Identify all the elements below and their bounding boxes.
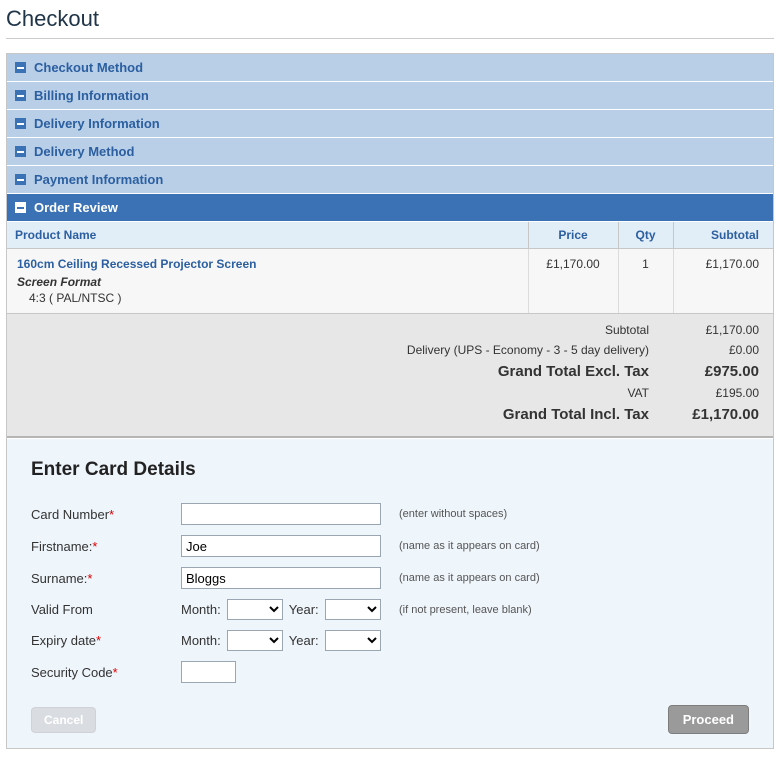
vat-label: VAT [627, 386, 669, 400]
col-qty: Qty [618, 222, 673, 249]
grand-incl-value: £1,170.00 [669, 406, 759, 423]
valid-from-label: Valid From [31, 602, 181, 617]
step-checkout-method[interactable]: Checkout Method [7, 54, 773, 82]
firstname-hint: (name as it appears on card) [391, 540, 540, 552]
firstname-label: Firstname:* [31, 539, 181, 554]
col-product: Product Name [7, 222, 528, 249]
expiry-month-select[interactable] [227, 630, 283, 651]
card-details-title: Enter Card Details [31, 459, 749, 481]
collapse-icon [15, 90, 26, 101]
security-code-input[interactable] [181, 661, 236, 683]
vat-value: £195.00 [669, 386, 759, 400]
year-label: Year: [289, 633, 319, 648]
order-totals: Subtotal £1,170.00 Delivery (UPS - Econo… [7, 314, 773, 438]
grand-incl-label: Grand Total Incl. Tax [503, 406, 669, 423]
item-price: £1,170.00 [528, 249, 618, 314]
card-number-label: Card Number* [31, 507, 181, 522]
page-title: Checkout [6, 0, 774, 39]
expiry-year-select[interactable] [325, 630, 381, 651]
collapse-icon [15, 62, 26, 73]
grand-excl-value: £975.00 [669, 363, 759, 380]
month-label: Month: [181, 602, 221, 617]
product-option-value: 4:3 ( PAL/NTSC ) [17, 291, 518, 305]
col-subtotal: Subtotal [673, 222, 773, 249]
valid-from-month-select[interactable] [227, 599, 283, 620]
surname-label: Surname:* [31, 571, 181, 586]
valid-from-hint: (if not present, leave blank) [391, 604, 532, 616]
month-label: Month: [181, 633, 221, 648]
product-option-label: Screen Format [17, 275, 518, 289]
step-label: Delivery Method [34, 144, 134, 159]
card-details-panel: Enter Card Details Card Number* (enter w… [7, 438, 773, 748]
surname-input[interactable] [181, 567, 381, 589]
grand-excl-label: Grand Total Excl. Tax [498, 363, 669, 380]
step-label: Order Review [34, 200, 118, 215]
delivery-value: £0.00 [669, 343, 759, 357]
collapse-icon [15, 202, 26, 213]
subtotal-value: £1,170.00 [669, 323, 759, 337]
collapse-icon [15, 146, 26, 157]
firstname-input[interactable] [181, 535, 381, 557]
cancel-button[interactable]: Cancel [31, 707, 96, 733]
card-number-input[interactable] [181, 503, 381, 525]
step-order-review[interactable]: Order Review [7, 194, 773, 222]
step-label: Delivery Information [34, 116, 160, 131]
step-payment-information[interactable]: Payment Information [7, 166, 773, 194]
expiry-label: Expiry date* [31, 633, 181, 648]
item-qty: 1 [618, 249, 673, 314]
step-delivery-information[interactable]: Delivery Information [7, 110, 773, 138]
year-label: Year: [289, 602, 319, 617]
proceed-button[interactable]: Proceed [668, 705, 749, 734]
surname-hint: (name as it appears on card) [391, 572, 540, 584]
step-label: Billing Information [34, 88, 149, 103]
subtotal-label: Subtotal [605, 323, 669, 337]
security-code-label: Security Code* [31, 665, 181, 680]
collapse-icon [15, 174, 26, 185]
item-subtotal: £1,170.00 [673, 249, 773, 314]
checkout-accordion: Checkout Method Billing Information Deli… [6, 53, 774, 749]
step-label: Checkout Method [34, 60, 143, 75]
collapse-icon [15, 118, 26, 129]
valid-from-year-select[interactable] [325, 599, 381, 620]
product-name: 160cm Ceiling Recessed Projector Screen [17, 257, 518, 271]
step-delivery-method[interactable]: Delivery Method [7, 138, 773, 166]
table-row: 160cm Ceiling Recessed Projector Screen … [7, 249, 773, 314]
col-price: Price [528, 222, 618, 249]
card-number-hint: (enter without spaces) [391, 508, 507, 520]
step-label: Payment Information [34, 172, 163, 187]
delivery-label: Delivery (UPS - Economy - 3 - 5 day deli… [407, 343, 669, 357]
step-billing-information[interactable]: Billing Information [7, 82, 773, 110]
order-items-table: Product Name Price Qty Subtotal 160cm Ce… [7, 222, 773, 314]
